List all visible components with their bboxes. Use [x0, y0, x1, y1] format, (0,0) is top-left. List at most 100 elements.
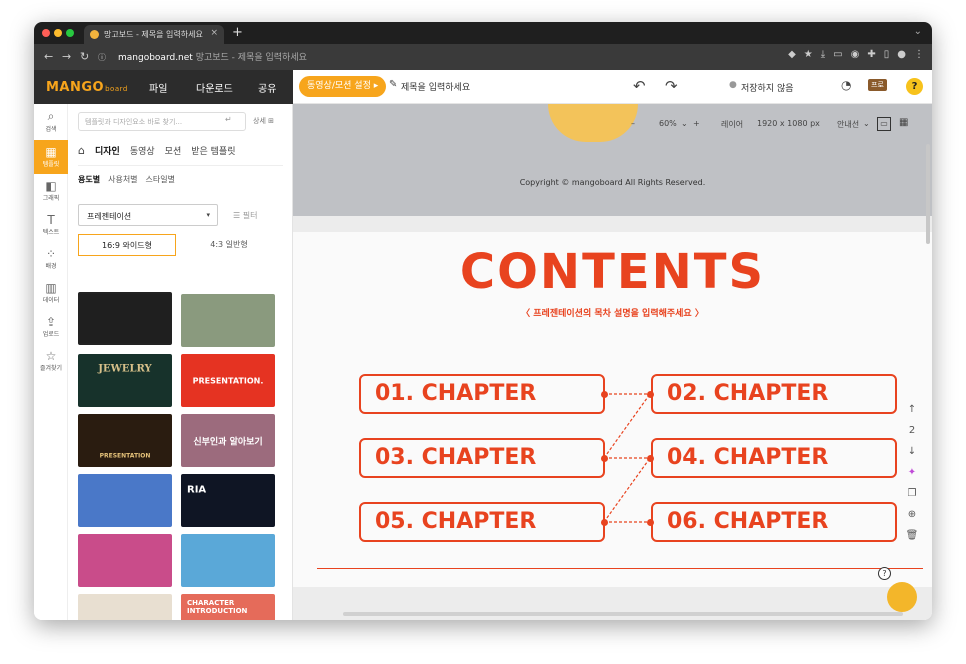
close-window-dot[interactable]: [42, 29, 50, 37]
chevron-down-icon[interactable]: ⌄: [681, 119, 688, 128]
tab-received[interactable]: 받은 템플릿: [191, 144, 235, 157]
puzzle-icon[interactable]: ✚: [867, 49, 875, 60]
logo-text: MANGO: [46, 80, 105, 95]
new-tab-button[interactable]: +: [232, 25, 243, 40]
pro-badge[interactable]: 프로: [868, 79, 887, 91]
subtab-style[interactable]: 스타일별: [146, 174, 175, 185]
redo-button[interactable]: ↷: [665, 77, 678, 95]
undo-button[interactable]: ↶: [633, 77, 646, 95]
category-select[interactable]: 프레젠테이션 ▾: [78, 204, 218, 226]
chapter-box-04[interactable]: 04. CHAPTER: [651, 438, 897, 478]
guide-button[interactable]: 안내선: [837, 119, 859, 130]
template-thumb[interactable]: CHARACTER INTRODUCTION: [181, 594, 275, 620]
connector-node: [601, 519, 608, 526]
rail-data[interactable]: ▥ 데이터: [34, 276, 68, 310]
template-thumb[interactable]: PRESENTATION.: [181, 354, 275, 407]
document-title-input[interactable]: 제목을 입력하세요: [401, 80, 470, 93]
profile-icon[interactable]: ●: [897, 49, 906, 60]
grid-view-icon[interactable]: ▦: [899, 117, 908, 128]
back-button[interactable]: ←: [44, 50, 53, 63]
rail-graphic[interactable]: ◧ 그래픽: [34, 174, 68, 208]
search-submit-icon[interactable]: ↵: [225, 115, 232, 124]
ratio-normal-button[interactable]: 4:3 일반형: [180, 234, 278, 256]
template-thumb[interactable]: [181, 534, 275, 587]
page-up-button[interactable]: ↑: [902, 404, 922, 425]
site-info-icon[interactable]: ⓘ: [98, 52, 106, 63]
filter-button[interactable]: ☰ 필터: [233, 210, 257, 221]
menu-download[interactable]: 다운로드: [196, 80, 233, 95]
rail-favorites[interactable]: ☆ 즐겨찾기: [34, 344, 68, 378]
motion-settings-button[interactable]: 동영상/모션 설정 ▸: [299, 76, 387, 97]
tab-motion[interactable]: 모션: [165, 144, 182, 157]
tab-search-icon[interactable]: ⌄: [914, 26, 922, 37]
bookmark-star-icon[interactable]: ★: [804, 49, 813, 60]
template-thumb[interactable]: RIA: [181, 474, 275, 527]
subtab-purpose[interactable]: 용도별: [78, 174, 100, 185]
chapter-box-02[interactable]: 02. CHAPTER: [651, 374, 897, 414]
help-question-icon[interactable]: ?: [878, 567, 891, 580]
add-page-icon[interactable]: ⊕: [902, 509, 922, 530]
rail-upload[interactable]: ⇪ 업로드: [34, 310, 68, 344]
subtab-usage[interactable]: 사용처별: [108, 174, 137, 185]
help-button[interactable]: ?: [906, 78, 923, 95]
mango-mascot-button[interactable]: [887, 582, 917, 612]
camera-icon[interactable]: ◉: [851, 49, 860, 60]
panel-tabs: ⌂ 디자인 동영상 모션 받은 템플릿: [78, 144, 236, 157]
browser-tab[interactable]: 망고보드 - 제목을 입력하세요 ×: [84, 25, 224, 44]
tab-design[interactable]: 디자인: [95, 144, 120, 157]
template-search-input[interactable]: 템플릿과 디자인요소 바로 찾기...: [78, 112, 246, 131]
rail-background[interactable]: ⁘ 배경: [34, 242, 68, 276]
menu-file[interactable]: 파일: [149, 80, 167, 95]
chapter-box-05[interactable]: 05. CHAPTER: [359, 502, 605, 542]
duplicate-icon[interactable]: ❐: [902, 488, 922, 509]
template-thumb[interactable]: JEWELRY: [78, 354, 172, 407]
chapter-box-01[interactable]: 01. CHAPTER: [359, 374, 605, 414]
layer-button[interactable]: 레이어: [721, 119, 743, 130]
chevron-down-icon[interactable]: ⌄: [863, 119, 870, 128]
zoom-out-button[interactable]: –: [631, 119, 635, 128]
current-slide[interactable]: CONTENTS 〈 프레젠테이션의 목차 설명을 입력해주세요 〉 01. C…: [293, 232, 932, 587]
page-down-button[interactable]: ↓: [902, 446, 922, 467]
thumb-text: PRESENTATION: [99, 452, 151, 460]
history-clock-icon[interactable]: ◔: [841, 78, 851, 92]
zoom-value[interactable]: 60%: [659, 119, 677, 128]
vertical-scrollbar[interactable]: [926, 144, 930, 244]
chapter-box-06[interactable]: 06. CHAPTER: [651, 502, 897, 542]
cast-icon[interactable]: ▭: [833, 49, 842, 60]
thumb-text: 신부인과 알아보기: [193, 437, 263, 447]
rail-search[interactable]: ⌕ 검색: [34, 104, 68, 138]
minimize-window-dot[interactable]: [54, 29, 62, 37]
canvas-size-button[interactable]: 1920 x 1080 px: [757, 119, 820, 128]
rail-template[interactable]: ▦ 템플릿: [34, 140, 68, 174]
ratio-wide-button[interactable]: 16:9 와이드형: [78, 234, 176, 256]
template-thumb[interactable]: [78, 594, 172, 620]
trash-icon[interactable]: 🗑: [902, 530, 922, 551]
horizontal-scrollbar[interactable]: [343, 612, 903, 616]
zoom-in-button[interactable]: +: [693, 119, 700, 128]
home-icon[interactable]: ⌂: [78, 144, 85, 157]
template-thumb[interactable]: [78, 292, 172, 345]
url-field[interactable]: mangoboard.net 망고보드 - 제목을 입력하세요: [118, 50, 307, 63]
chapter-box-03[interactable]: 03. CHAPTER: [359, 438, 605, 478]
editor-canvas[interactable]: Copyright © mangoboard All Rights Reserv…: [293, 104, 932, 620]
template-thumb[interactable]: [181, 294, 275, 347]
rail-text[interactable]: T 텍스트: [34, 208, 68, 242]
template-thumb[interactable]: [78, 474, 172, 527]
forward-button[interactable]: →: [62, 50, 71, 63]
tab-close-icon[interactable]: ×: [210, 28, 218, 38]
sidebar-icon[interactable]: ▯: [884, 49, 890, 60]
magic-wand-icon[interactable]: ✦: [902, 467, 922, 488]
template-thumb[interactable]: 신부인과 알아보기: [181, 414, 275, 467]
tab-video[interactable]: 동영상: [130, 144, 155, 157]
single-view-icon[interactable]: ▭: [877, 117, 891, 131]
download-icon[interactable]: ⤓: [821, 49, 825, 60]
extension-icon[interactable]: ◆: [788, 49, 796, 60]
menu-share[interactable]: 공유: [258, 80, 276, 95]
maximize-window-dot[interactable]: [66, 29, 74, 37]
menu-dots-icon[interactable]: ⋮: [914, 49, 924, 60]
detail-search-button[interactable]: 상세 ⊞: [253, 116, 274, 126]
template-thumb[interactable]: PRESENTATION: [78, 414, 172, 467]
reload-button[interactable]: ↻: [80, 50, 89, 63]
mangoboard-logo[interactable]: MANGOboard: [46, 80, 128, 95]
template-thumb[interactable]: [78, 534, 172, 587]
